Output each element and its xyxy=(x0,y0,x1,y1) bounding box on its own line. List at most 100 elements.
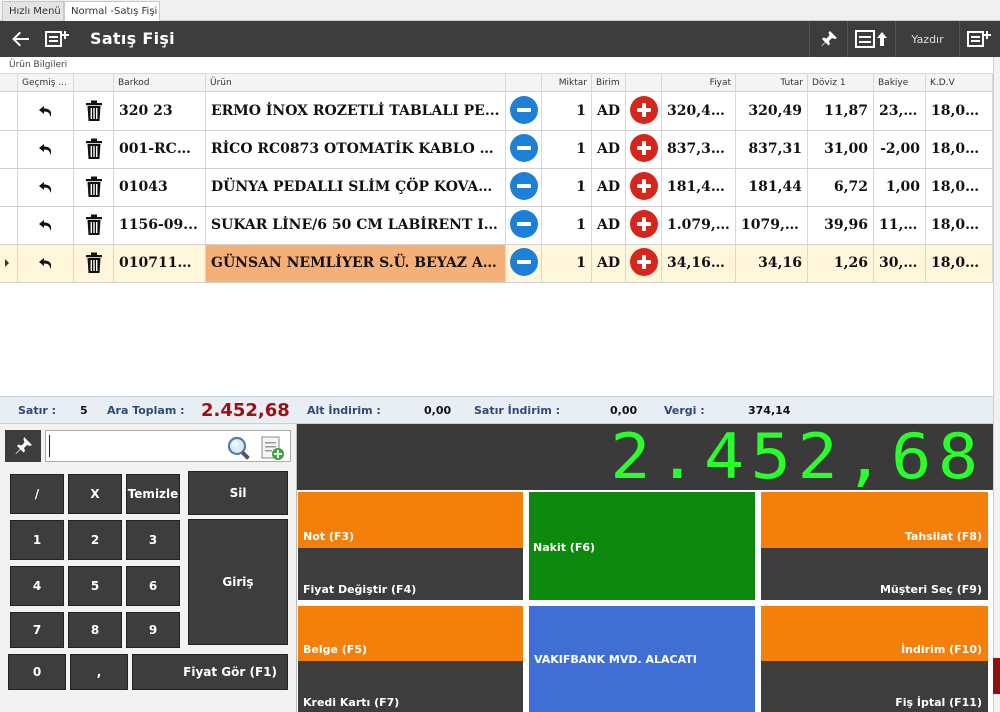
key-delete[interactable]: Sil xyxy=(188,471,288,515)
key-8[interactable]: 8 xyxy=(68,612,122,648)
pin-button[interactable] xyxy=(809,21,847,57)
table-row[interactable]: 0107110... GÜNSAN NEMLİYER S.Ü. BEYAZ AN.… xyxy=(0,245,993,283)
header-delete[interactable] xyxy=(74,74,114,93)
header-history[interactable]: Geçmiş ... xyxy=(18,74,74,93)
amount-cell[interactable]: 1079,28 xyxy=(736,207,808,244)
product-name-cell[interactable]: GÜNSAN NEMLİYER S.Ü. BEYAZ AN... xyxy=(206,245,506,282)
increase-quantity-button[interactable] xyxy=(629,172,658,200)
key-2[interactable]: 2 xyxy=(68,520,122,560)
header-plus[interactable] xyxy=(626,74,662,93)
barcode-cell[interactable]: 001-RC0... xyxy=(114,131,206,168)
product-name-cell[interactable]: SUKAR LİNE/6 50 CM LABİRENT IZ... xyxy=(206,207,506,244)
quantity-cell[interactable]: 1 xyxy=(542,207,592,244)
vat-cell[interactable]: 18,00... xyxy=(926,169,993,206)
collection-button[interactable]: Tahsilat (F8) xyxy=(761,492,988,548)
product-name-cell[interactable]: DÜNYA PEDALLI SLİM ÇÖP KOVASI... xyxy=(206,169,506,206)
note-button[interactable]: Not (F3) xyxy=(298,492,523,548)
keypad-pin-button[interactable] xyxy=(5,430,41,462)
product-name-cell[interactable]: ERMO İNOX ROZETLİ TABLALI PE... xyxy=(206,93,506,130)
unit-cell[interactable]: AD xyxy=(592,245,626,282)
vertical-scrollbar[interactable] xyxy=(993,57,1000,712)
decrease-quantity-button[interactable] xyxy=(509,248,538,276)
price-cell[interactable]: 837,31... xyxy=(662,131,736,168)
delete-cell[interactable] xyxy=(74,245,114,282)
balance-cell[interactable]: 11,00 xyxy=(874,207,926,244)
header-vat[interactable]: K.D.V xyxy=(926,74,993,93)
select-customer-button[interactable]: Müşteri Seç (F9) xyxy=(761,548,988,600)
key-5[interactable]: 5 xyxy=(68,566,122,606)
unit-cell[interactable]: AD xyxy=(592,207,626,244)
header-balance[interactable]: Bakiye xyxy=(874,74,926,93)
header-barcode[interactable]: Barkod xyxy=(114,74,206,93)
header-unit[interactable]: Birim xyxy=(592,74,626,93)
key-9[interactable]: 9 xyxy=(126,612,180,648)
header-amount[interactable]: Tutar xyxy=(736,74,808,93)
vat-cell[interactable]: 18,00... xyxy=(926,207,993,244)
header-quantity[interactable]: Miktar xyxy=(542,74,592,93)
key-0[interactable]: 0 xyxy=(8,654,66,690)
table-row[interactable]: 1156-09... SUKAR LİNE/6 50 CM LABİRENT IZ… xyxy=(0,207,993,245)
price-cell[interactable]: 181,44... xyxy=(662,169,736,206)
unit-cell[interactable]: AD xyxy=(592,169,626,206)
currency-cell[interactable]: 39,96 xyxy=(808,207,874,244)
back-arrow-icon[interactable] xyxy=(9,27,33,51)
currency-cell[interactable]: 31,00 xyxy=(808,131,874,168)
history-cell[interactable] xyxy=(18,93,74,130)
history-cell[interactable] xyxy=(18,207,74,244)
increase-quantity-button[interactable] xyxy=(629,210,658,238)
price-cell[interactable]: 1.079,... xyxy=(662,207,736,244)
credit-card-button[interactable]: Kredi Kartı (F7) xyxy=(298,661,523,712)
delete-cell[interactable] xyxy=(74,93,114,130)
delete-cell[interactable] xyxy=(74,207,114,244)
increase-quantity-button[interactable] xyxy=(629,248,658,276)
barcode-cell[interactable]: 1156-09... xyxy=(114,207,206,244)
header-minus[interactable] xyxy=(506,74,542,93)
price-check-button[interactable]: Fiyat Gör (F1) xyxy=(132,654,288,690)
vat-cell[interactable]: 18,00... xyxy=(926,245,993,282)
decrease-quantity-button[interactable] xyxy=(509,172,538,200)
change-price-button[interactable]: Fiyat Değiştir (F4) xyxy=(298,548,523,600)
increase-quantity-button[interactable] xyxy=(629,134,658,162)
table-row[interactable]: 320 23 ERMO İNOX ROZETLİ TABLALI PE... 1 AD… xyxy=(0,93,993,131)
export-button[interactable] xyxy=(847,21,895,57)
balance-cell[interactable]: 23,00 xyxy=(874,93,926,130)
header-currency[interactable]: Döviz 1 xyxy=(808,74,874,93)
cancel-receipt-button[interactable]: Fiş İptal (F11) xyxy=(761,661,988,712)
print-button[interactable]: Yazdır xyxy=(895,21,959,57)
header-price[interactable]: Fiyat xyxy=(662,74,736,93)
new-receipt-icon[interactable] xyxy=(45,29,71,49)
balance-cell[interactable]: 1,00 xyxy=(874,169,926,206)
amount-cell[interactable]: 181,44 xyxy=(736,169,808,206)
vat-cell[interactable]: 18,00... xyxy=(926,93,993,130)
amount-cell[interactable]: 837,31 xyxy=(736,131,808,168)
cash-button[interactable]: Nakit (F6) xyxy=(529,492,755,600)
quantity-cell[interactable]: 1 xyxy=(542,245,592,282)
search-icon[interactable] xyxy=(226,435,252,461)
increase-quantity-button[interactable] xyxy=(629,96,658,124)
history-cell[interactable] xyxy=(18,169,74,206)
barcode-cell[interactable]: 0107110... xyxy=(114,245,206,282)
currency-cell[interactable]: 1,26 xyxy=(808,245,874,282)
key-7[interactable]: 7 xyxy=(10,612,64,648)
delete-cell[interactable] xyxy=(74,169,114,206)
key-slash[interactable]: / xyxy=(10,474,64,514)
barcode-cell[interactable]: 320 23 xyxy=(114,93,206,130)
vakifbank-pos-button[interactable]: VAKIFBANK MVD. ALACATI xyxy=(529,606,755,712)
currency-cell[interactable]: 11,87 xyxy=(808,93,874,130)
tab-normal-sales-receipt[interactable]: Normal -Satış Fişi xyxy=(64,1,160,22)
key-comma[interactable]: , xyxy=(70,654,128,690)
key-4[interactable]: 4 xyxy=(10,566,64,606)
table-row[interactable]: 01043 DÜNYA PEDALLI SLİM ÇÖP KOVASI... 1 AD… xyxy=(0,169,993,207)
key-multiply[interactable]: X xyxy=(68,474,122,514)
key-1[interactable]: 1 xyxy=(10,520,64,560)
key-3[interactable]: 3 xyxy=(126,520,180,560)
vat-cell[interactable]: 18,00... xyxy=(926,131,993,168)
barcode-search-input[interactable] xyxy=(45,430,291,462)
amount-cell[interactable]: 34,16 xyxy=(736,245,808,282)
unit-cell[interactable]: AD xyxy=(592,93,626,130)
balance-cell[interactable]: 30,00 xyxy=(874,245,926,282)
balance-cell[interactable]: -2,00 xyxy=(874,131,926,168)
delete-cell[interactable] xyxy=(74,131,114,168)
barcode-cell[interactable]: 01043 xyxy=(114,169,206,206)
history-cell[interactable] xyxy=(18,245,74,282)
